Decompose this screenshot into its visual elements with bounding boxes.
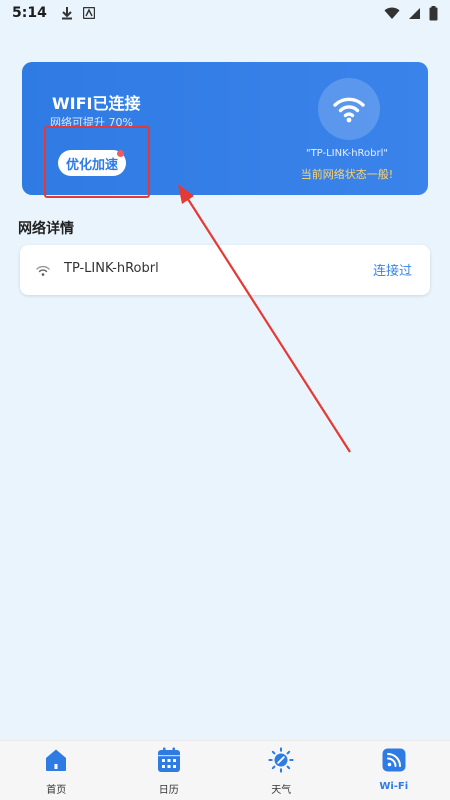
status-time: 5:14 [12, 5, 47, 21]
weather-icon [268, 747, 294, 773]
home-icon [43, 747, 69, 773]
tab-weather[interactable]: 天气 [225, 741, 338, 800]
network-connection-status[interactable]: 连接过 [373, 260, 412, 279]
app-screen: 5:14 WIFI已连接 网络可提升 70% 优化加速 "TP-LINK-hRo… [0, 0, 450, 800]
wifi-icon [36, 265, 50, 276]
status-left-icons [61, 6, 95, 20]
tab-calendar[interactable]: 日历 [113, 741, 226, 800]
signal-icon [409, 7, 420, 19]
wifi-icon [381, 747, 407, 773]
wifi-icon [384, 7, 400, 19]
download-icon [61, 7, 72, 20]
status-bar: 5:14 [0, 0, 450, 26]
current-ssid: "TP-LINK-hRobrl" [305, 148, 389, 159]
network-name: TP-LINK-hRobrl [64, 261, 159, 276]
status-right-icons [384, 5, 438, 21]
battery-icon [429, 5, 438, 20]
tab-home-label: 首页 [46, 785, 67, 796]
notification-a-icon [82, 7, 95, 19]
tab-weather-label: 天气 [271, 785, 292, 796]
annotation-highlight-box [44, 126, 150, 198]
tab-calendar-label: 日历 [158, 785, 179, 796]
network-status-message: 当前网络状态一般! [300, 168, 394, 181]
network-details-title: 网络详情 [18, 221, 74, 237]
tab-home[interactable]: 首页 [0, 741, 113, 800]
tab-wifi[interactable]: Wi-Fi [338, 741, 450, 800]
tab-wifi-label: Wi-Fi [379, 781, 409, 792]
wifi-connected-title: WIFI已连接 [52, 94, 141, 113]
bottom-navigation: 首页 日历 天气 Wi-Fi [0, 740, 450, 800]
network-list-item[interactable]: TP-LINK-hRobrl 连接过 [20, 245, 430, 295]
wifi-signal-circle [318, 78, 380, 140]
calendar-icon [156, 747, 182, 773]
wifi-icon [333, 97, 365, 123]
